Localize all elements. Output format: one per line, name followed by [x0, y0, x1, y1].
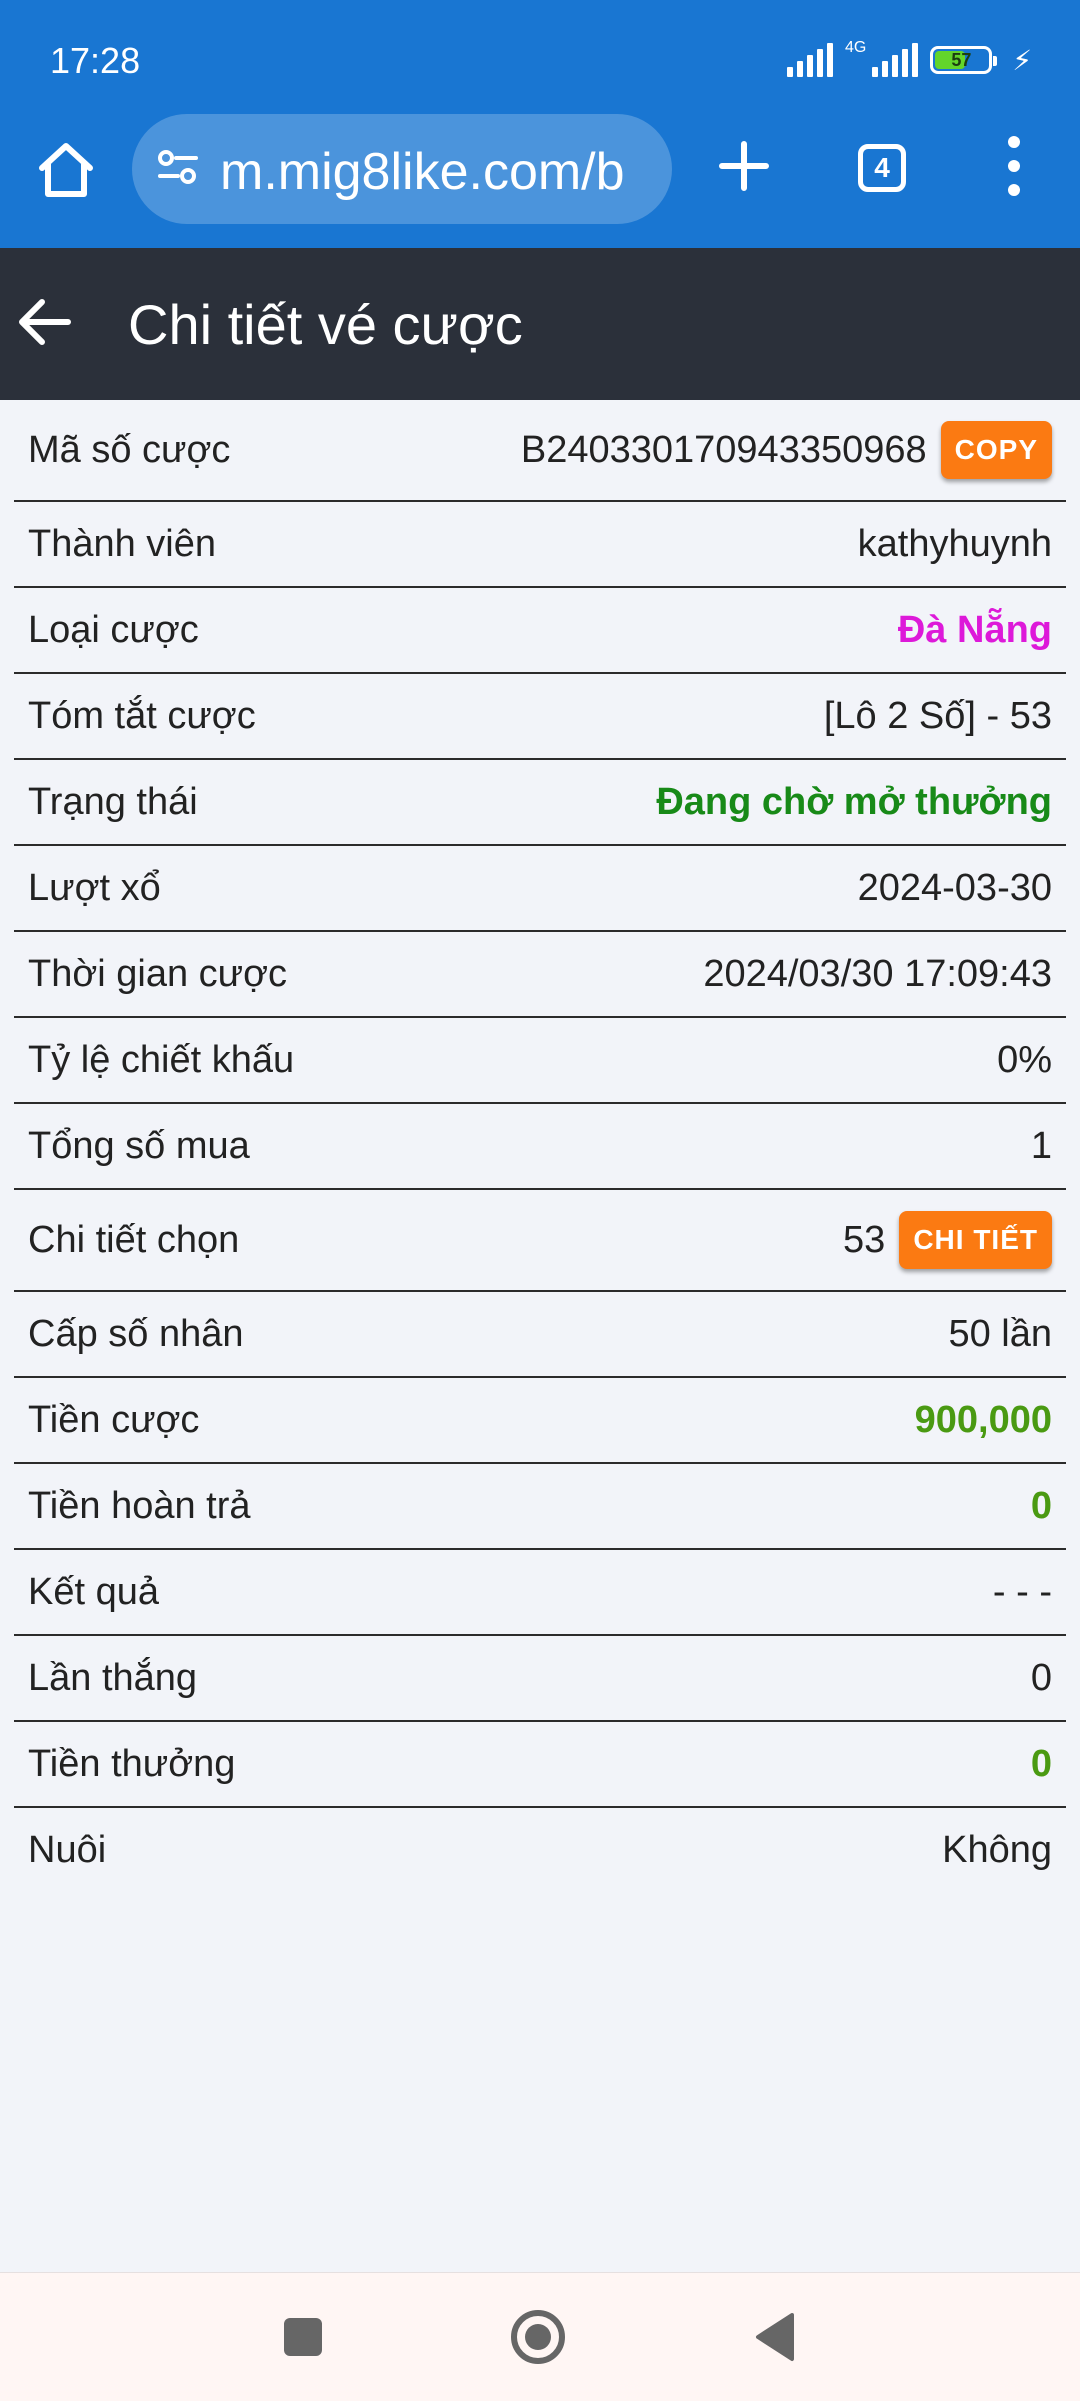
- system-nav-bar: [0, 2272, 1080, 2401]
- detail-label: Kết quả: [28, 1570, 159, 1613]
- detail-row-multiplier: Cấp số nhân 50 lần: [14, 1292, 1066, 1378]
- detail-row-follow: Nuôi Không: [14, 1808, 1066, 1892]
- browser-chrome: 17:28 4G 57 ⚡ m.mig8like.com/b 4: [0, 0, 1080, 248]
- detail-row-wins: Lần thắng 0: [14, 1636, 1066, 1722]
- more-menu-icon[interactable]: [1000, 136, 1028, 196]
- bet-time-value: 2024/03/30 17:09:43: [703, 952, 1052, 995]
- new-tab-icon[interactable]: [716, 138, 772, 194]
- signal-icon: [786, 43, 833, 77]
- stake-value: 900,000: [914, 1398, 1052, 1441]
- detail-row-result: Kết quả - - -: [14, 1550, 1066, 1636]
- details-button[interactable]: CHI TIẾT: [899, 1211, 1052, 1269]
- member-value: kathyhuynh: [857, 522, 1052, 565]
- detail-label: Tỷ lệ chiết khấu: [28, 1038, 295, 1081]
- detail-label: Tiền hoàn trả: [28, 1484, 251, 1527]
- detail-label: Lần thắng: [28, 1656, 198, 1699]
- signal-icon-secondary: [872, 43, 919, 77]
- detail-label: Cấp số nhân: [28, 1312, 244, 1355]
- draw-value: 2024-03-30: [857, 866, 1052, 909]
- bet-details-list: Mã số cược B240330170943350968 COPY Thàn…: [0, 400, 1080, 1892]
- detail-row-discount: Tỷ lệ chiết khấu 0%: [14, 1018, 1066, 1104]
- detail-label: Lượt xổ: [28, 866, 161, 909]
- detail-label: Tổng số mua: [28, 1124, 250, 1167]
- back-arrow-icon[interactable]: [14, 292, 74, 352]
- detail-label: Mã số cược: [28, 428, 231, 471]
- detail-label: Trạng thái: [28, 780, 198, 823]
- detail-label: Thành viên: [28, 522, 217, 565]
- detail-row-bet-type: Loại cược Đà Nẵng: [14, 588, 1066, 674]
- detail-label: Thời gian cược: [28, 952, 288, 995]
- detail-row-bet-summary: Tóm tắt cược [Lô 2 Số] - 53: [14, 674, 1066, 760]
- wins-value: 0: [1030, 1656, 1052, 1699]
- bet-id-value: B240330170943350968: [520, 428, 927, 471]
- status-time: 17:28: [50, 40, 141, 81]
- detail-row-stake: Tiền cược 900,000: [14, 1378, 1066, 1464]
- detail-label: Tiền cược: [28, 1398, 200, 1441]
- follow-value: Không: [942, 1828, 1052, 1871]
- battery-icon: 57: [930, 46, 998, 74]
- detail-row-bet-time: Thời gian cược 2024/03/30 17:09:43: [14, 932, 1066, 1018]
- detail-row-total-bought: Tổng số mua 1: [14, 1104, 1066, 1190]
- browser-toolbar: m.mig8like.com/b 4: [0, 112, 1080, 248]
- nav-back-icon[interactable]: [752, 2311, 796, 2363]
- home-icon[interactable]: [34, 138, 98, 202]
- address-bar[interactable]: m.mig8like.com/b: [132, 114, 672, 224]
- page-header: Chi tiết vé cược: [0, 248, 1080, 400]
- detail-row-prize: Tiền thưởng 0: [14, 1722, 1066, 1808]
- selection-value: 53: [843, 1218, 886, 1261]
- discount-value: 0%: [997, 1038, 1052, 1081]
- url-text[interactable]: m.mig8like.com/b: [220, 142, 660, 202]
- result-value: - - -: [992, 1570, 1052, 1613]
- bet-summary-value: [Lô 2 Số] - 53: [823, 694, 1052, 737]
- refund-value: 0: [1030, 1484, 1052, 1527]
- detail-row-selection: Chi tiết chọn 53 CHI TIẾT: [14, 1190, 1066, 1292]
- battery-level: 57: [951, 49, 972, 70]
- status-value: Đang chờ mở thưởng: [656, 780, 1052, 823]
- site-settings-icon[interactable]: [156, 146, 200, 190]
- bet-type-value: Đà Nẵng: [897, 608, 1052, 651]
- detail-label: Nuôi: [28, 1828, 107, 1871]
- total-bought-value: 1: [1030, 1124, 1052, 1167]
- detail-row-member: Thành viên kathyhuynh: [14, 502, 1066, 588]
- multiplier-value: 50 lần: [948, 1312, 1052, 1355]
- tab-switcher-button[interactable]: 4: [858, 144, 906, 192]
- detail-row-refund: Tiền hoàn trả 0: [14, 1464, 1066, 1550]
- detail-row-draw: Lượt xổ 2024-03-30: [14, 846, 1066, 932]
- status-icons: 4G 57 ⚡: [786, 38, 1032, 82]
- detail-label: Tóm tắt cược: [28, 694, 256, 737]
- detail-label: Chi tiết chọn: [28, 1218, 240, 1261]
- charging-icon: ⚡: [1012, 44, 1032, 76]
- nav-home-icon[interactable]: [510, 2309, 566, 2365]
- prize-value: 0: [1030, 1742, 1052, 1785]
- detail-label: Loại cược: [28, 608, 199, 651]
- network-type: 4G: [844, 39, 867, 56]
- detail-row-status: Trạng thái Đang chờ mở thưởng: [14, 760, 1066, 846]
- status-bar: 17:28 4G 57 ⚡: [0, 0, 1080, 110]
- detail-label: Tiền thưởng: [28, 1742, 236, 1785]
- page-title: Chi tiết vé cược: [128, 293, 523, 356]
- copy-button[interactable]: COPY: [940, 421, 1052, 479]
- detail-row-bet-id: Mã số cược B240330170943350968 COPY: [14, 400, 1066, 502]
- recent-apps-icon[interactable]: [284, 2318, 322, 2356]
